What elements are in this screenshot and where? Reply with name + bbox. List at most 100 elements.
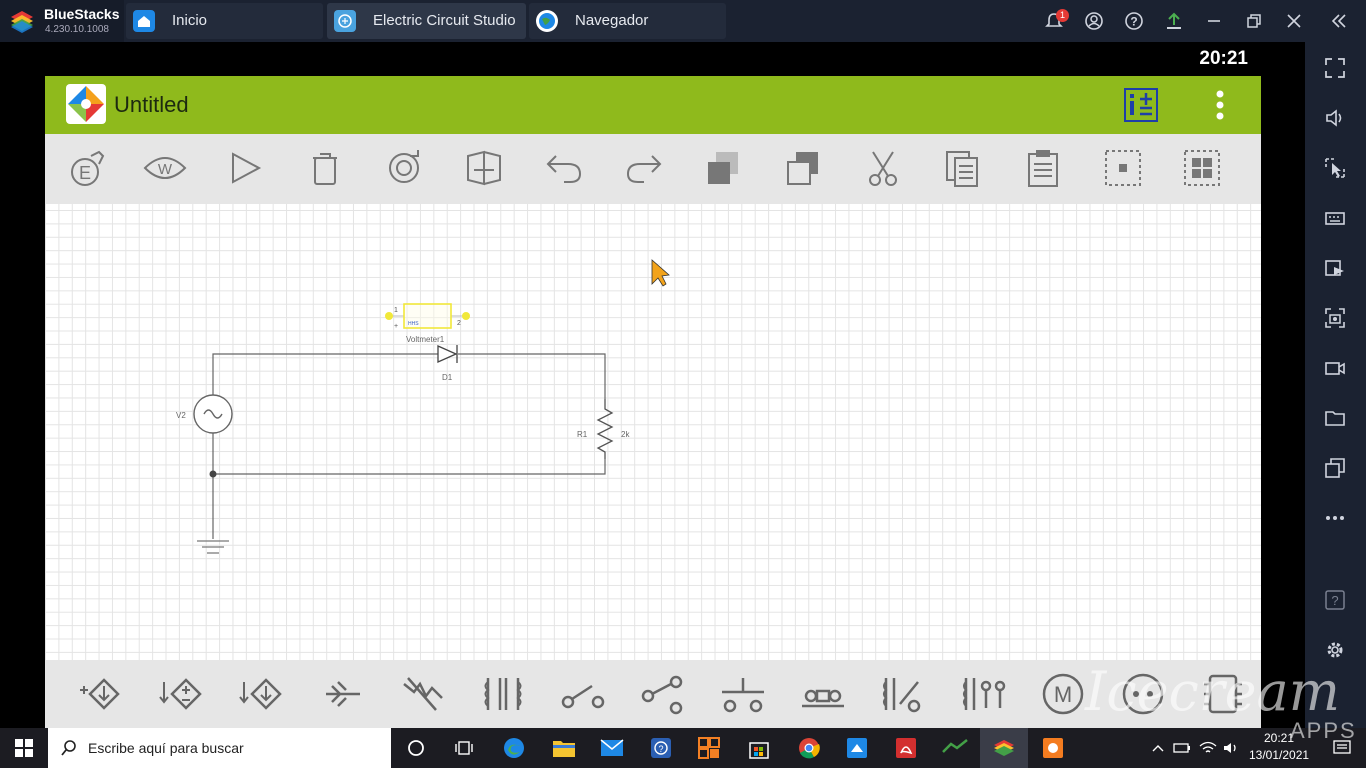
tab-inicio[interactable]: Inicio (126, 3, 323, 39)
duplicate-icon[interactable] (782, 146, 826, 190)
delete-icon[interactable] (303, 146, 347, 190)
paint-icon[interactable] (833, 728, 881, 768)
bluestacks-logo-icon (11, 11, 33, 33)
fullscreen-icon[interactable] (1317, 50, 1353, 86)
motor-icon[interactable]: M (1038, 672, 1088, 716)
bluestacks-icon[interactable] (980, 728, 1028, 768)
voltmeter-pin1: 1 (394, 307, 398, 314)
flip-icon[interactable] (462, 146, 506, 190)
restore-icon[interactable] (1234, 0, 1274, 42)
paste-icon[interactable] (941, 146, 985, 190)
tab-label: Electric Circuit Studio (373, 12, 516, 29)
help-icon[interactable]: ? (1114, 0, 1154, 42)
taskbar-search-input[interactable]: Escribe aquí para buscar (48, 728, 391, 768)
home-icon (133, 10, 155, 32)
relay-switch-2-icon[interactable] (958, 672, 1008, 716)
upload-icon[interactable] (1154, 0, 1194, 42)
electric-circuit-studio-app: Untitled E W V2 D1 R1 2k 1 2 + HHS Voltm… (45, 76, 1261, 728)
add-info-icon[interactable] (1122, 86, 1160, 124)
edge-icon[interactable] (490, 728, 538, 768)
account-icon[interactable] (1074, 0, 1114, 42)
relay-switch-icon[interactable] (878, 672, 928, 716)
collapse-sidebar-icon[interactable] (1312, 0, 1366, 42)
folder-icon[interactable] (1317, 400, 1353, 436)
acrobat-icon[interactable] (882, 728, 930, 768)
select-all-icon[interactable] (1180, 146, 1224, 190)
office-icon[interactable] (685, 728, 733, 768)
zener-icon[interactable] (318, 672, 368, 716)
multi-instance-icon[interactable] (1317, 450, 1353, 486)
voltmeter-pin-handle[interactable] (462, 312, 470, 320)
chrome-icon[interactable] (785, 728, 833, 768)
task-view-icon[interactable] (440, 728, 488, 768)
pointer-icon[interactable] (1317, 150, 1353, 186)
wifi-icon[interactable] (1196, 728, 1220, 768)
varistor-icon[interactable] (398, 672, 448, 716)
cortana-icon[interactable] (392, 728, 440, 768)
bluestacks-sidebar: ? (1305, 42, 1366, 728)
relay-icon[interactable] (798, 672, 848, 716)
icecream-watermark: Icecream (1085, 660, 1340, 723)
tray-chevron-icon[interactable] (1146, 728, 1170, 768)
media-icon[interactable] (1317, 250, 1353, 286)
help-icon[interactable]: ? (1317, 582, 1353, 618)
circuit-canvas[interactable]: V2 D1 R1 2k 1 2 + HHS Voltmeter1 (45, 204, 1261, 660)
edit-toolbar: E W (45, 134, 1261, 204)
title-bar-controls: 1 ? (1034, 0, 1314, 42)
mouse-cursor-icon (651, 259, 670, 287)
switch-spst-icon[interactable] (558, 672, 608, 716)
minimize-icon[interactable] (1194, 0, 1234, 42)
undo-icon[interactable] (542, 146, 586, 190)
close-icon[interactable] (1274, 0, 1314, 42)
pushbutton-icon[interactable] (718, 672, 768, 716)
junction-node (209, 470, 217, 478)
volume-icon[interactable] (1317, 100, 1353, 136)
battery-icon[interactable] (1170, 728, 1194, 768)
current-source-icon[interactable] (238, 672, 288, 716)
diode-d1[interactable] (437, 344, 458, 364)
redo-icon[interactable] (622, 146, 666, 190)
copy-icon[interactable] (702, 146, 746, 190)
component-palette: M (45, 660, 1261, 728)
voltage-source-icon[interactable] (78, 672, 128, 716)
edit-settings-icon[interactable]: E (65, 146, 109, 190)
select-one-icon[interactable] (1101, 146, 1145, 190)
notification-badge: 1 (1056, 9, 1069, 22)
mail-icon[interactable] (588, 728, 636, 768)
ac-voltage-source[interactable] (193, 394, 233, 434)
windows-start-icon[interactable] (0, 728, 48, 768)
voltmeter-pin-handle[interactable] (385, 312, 393, 320)
transformer-icon[interactable] (478, 672, 528, 716)
tab-label: Navegador (575, 12, 649, 29)
tab-electric-circuit-studio[interactable]: Electric Circuit Studio (327, 3, 526, 39)
help-app-icon[interactable]: ? (637, 728, 685, 768)
file-explorer-icon[interactable] (540, 728, 588, 768)
rotate-icon[interactable] (382, 146, 426, 190)
android-screen: 20:21 Untitled E W V2 D1 R1 2k 1 2 + HHS… (0, 42, 1305, 728)
icecream-icon[interactable] (1029, 728, 1077, 768)
windows-taskbar: Escribe aquí para buscar ? 20:21 13/01/2… (0, 728, 1366, 768)
watch-icon[interactable]: W (143, 146, 187, 190)
run-icon[interactable] (223, 146, 267, 190)
switch-spdt-icon[interactable] (638, 672, 688, 716)
tab-navegador[interactable]: Navegador (529, 3, 726, 39)
gaming-icon[interactable] (931, 728, 979, 768)
record-icon[interactable] (1317, 350, 1353, 386)
speaker-icon[interactable] (1220, 728, 1244, 768)
search-icon (61, 740, 76, 756)
resistor-r1[interactable] (596, 399, 614, 459)
taskbar-date[interactable]: 13/01/2021 (1249, 748, 1309, 762)
bell-icon[interactable]: 1 (1034, 0, 1074, 42)
cut-icon[interactable] (861, 146, 905, 190)
screenshot-icon[interactable] (1317, 300, 1353, 336)
ground-symbol[interactable] (197, 540, 229, 554)
diode-label: D1 (442, 373, 453, 382)
keyboard-icon[interactable] (1317, 200, 1353, 236)
circuit-wires (212, 353, 606, 539)
dependent-source-icon[interactable] (158, 672, 208, 716)
tab-label: Inicio (172, 12, 208, 29)
clipboard-icon[interactable] (1021, 146, 1065, 190)
store-icon[interactable] (735, 728, 783, 768)
overflow-menu-icon[interactable] (1205, 88, 1235, 122)
more-icon[interactable] (1317, 500, 1353, 536)
